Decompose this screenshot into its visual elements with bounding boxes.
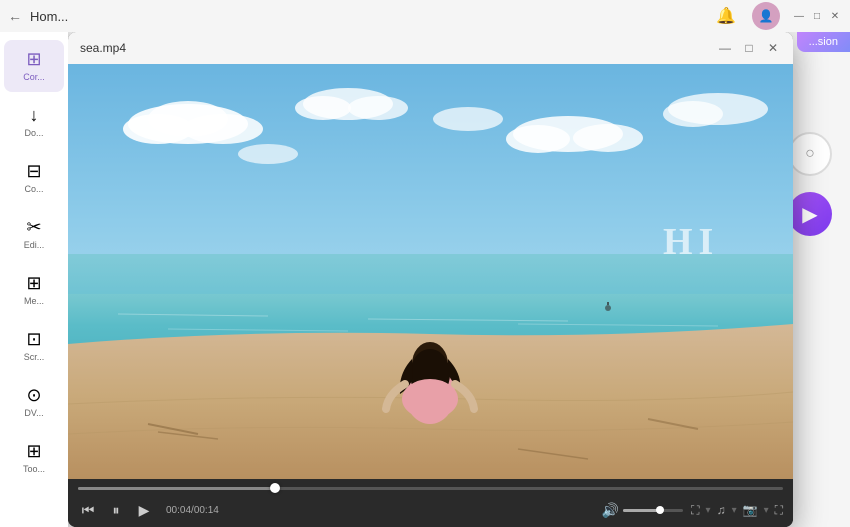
sidebar-item-convert[interactable]: ⊞ Cor... (4, 40, 64, 92)
video-maximize-button[interactable]: □ (741, 40, 757, 56)
sidebar-label-dvd: DV... (24, 409, 43, 419)
sidebar-item-merge[interactable]: ⊞ Me... (4, 264, 64, 316)
compress-icon: ⊟ (26, 161, 41, 182)
video-minimize-button[interactable]: — (717, 40, 733, 56)
convert-icon: ⊞ (26, 49, 41, 70)
controls-row: ⏮ ⏸ ▶ 00:04/00:14 🔊 (78, 497, 783, 523)
svg-text:HI: HI (663, 221, 719, 263)
back-button[interactable]: ← (8, 8, 22, 24)
sidebar-label-convert: Cor... (23, 73, 45, 83)
audio-button[interactable]: ♫ (717, 503, 726, 517)
window-controls: — □ ✕ (792, 9, 842, 23)
title-bar-icons: 🔔 👤 — □ ✕ (712, 2, 842, 30)
video-controls: ⏮ ⏸ ▶ 00:04/00:14 🔊 (68, 479, 793, 527)
play-button[interactable]: ▶ (134, 500, 154, 520)
page-area: ...sion sea.mp4 — □ ✕ (68, 32, 850, 527)
sidebar-label-download: Do... (24, 129, 43, 139)
convert-button[interactable]: ▶ (788, 192, 832, 236)
crop-button[interactable]: ⛶ (691, 503, 699, 518)
minimize-button[interactable]: — (792, 9, 806, 23)
video-player-window: sea.mp4 — □ ✕ (68, 32, 793, 527)
sidebar-label-compress: Co... (24, 185, 43, 195)
user-avatar[interactable]: 👤 (752, 2, 780, 30)
time-display: 00:04/00:14 (166, 505, 219, 516)
title-bar-left: ← Hom... (8, 8, 68, 24)
notification-icon[interactable]: 🔔 (712, 2, 740, 30)
sidebar-item-dvd[interactable]: ⊙ DV... (4, 376, 64, 428)
sidebar-item-screen[interactable]: ⊡ Scr... (4, 320, 64, 372)
progress-bar-fill (78, 487, 275, 490)
volume-thumb[interactable] (656, 506, 664, 514)
progress-bar-track[interactable] (78, 487, 783, 490)
sidebar-item-edit[interactable]: ✂ Edi... (4, 208, 64, 260)
video-filename: sea.mp4 (80, 41, 126, 55)
upgrade-banner[interactable]: ...sion (797, 32, 850, 52)
settings-button[interactable]: ○ (788, 132, 832, 176)
dvd-icon: ⊙ (26, 385, 41, 406)
pause-button[interactable]: ⏸ (106, 500, 126, 520)
right-controls: ⛶ ▾ ♫ ▾ 📷 ▾ ⛶ (691, 503, 783, 518)
video-window-controls: — □ ✕ (717, 40, 781, 56)
prev-button[interactable]: ⏮ (78, 500, 98, 520)
sidebar-item-download[interactable]: ↓ Do... (4, 96, 64, 148)
main-content: ⊞ Cor... ↓ Do... ⊟ Co... ✂ Edi... ⊞ Me..… (0, 32, 850, 527)
tools-icon: ⊞ (26, 441, 41, 462)
maximize-button[interactable]: □ (810, 9, 824, 23)
video-content: HI (68, 64, 793, 479)
merge-icon: ⊞ (26, 273, 41, 294)
video-title-bar: sea.mp4 — □ ✕ (68, 32, 793, 64)
title-bar: ← Hom... 🔔 👤 — □ ✕ (0, 0, 850, 32)
sidebar-item-compress[interactable]: ⊟ Co... (4, 152, 64, 204)
progress-bar-container[interactable] (78, 483, 783, 493)
volume-icon[interactable]: 🔊 (602, 502, 619, 519)
volume-track[interactable] (623, 509, 683, 512)
sidebar-item-tools[interactable]: ⊞ Too... (4, 432, 64, 484)
sidebar-label-screen: Scr... (24, 353, 45, 363)
sidebar: ⊞ Cor... ↓ Do... ⊟ Co... ✂ Edi... ⊞ Me..… (0, 32, 68, 527)
download-icon: ↓ (30, 105, 39, 126)
fullscreen-button[interactable]: ⛶ (775, 503, 783, 518)
video-close-button[interactable]: ✕ (765, 40, 781, 56)
nav-breadcrumb: Hom... (30, 9, 68, 24)
screen-icon: ⊡ (26, 329, 41, 350)
close-button[interactable]: ✕ (828, 9, 842, 23)
edit-icon: ✂ (26, 217, 41, 238)
screenshot-button[interactable]: 📷 (743, 503, 758, 517)
app-window: ← Hom... 🔔 👤 — □ ✕ ⊞ Cor... ↓ Do... (0, 0, 850, 527)
video-scene: HI (68, 64, 793, 479)
volume-control: 🔊 (602, 502, 683, 519)
sidebar-label-merge: Me... (24, 297, 44, 307)
volume-fill (623, 509, 660, 512)
progress-thumb[interactable] (270, 483, 280, 493)
sidebar-label-tools: Too... (23, 465, 45, 475)
sidebar-label-edit: Edi... (24, 241, 45, 251)
